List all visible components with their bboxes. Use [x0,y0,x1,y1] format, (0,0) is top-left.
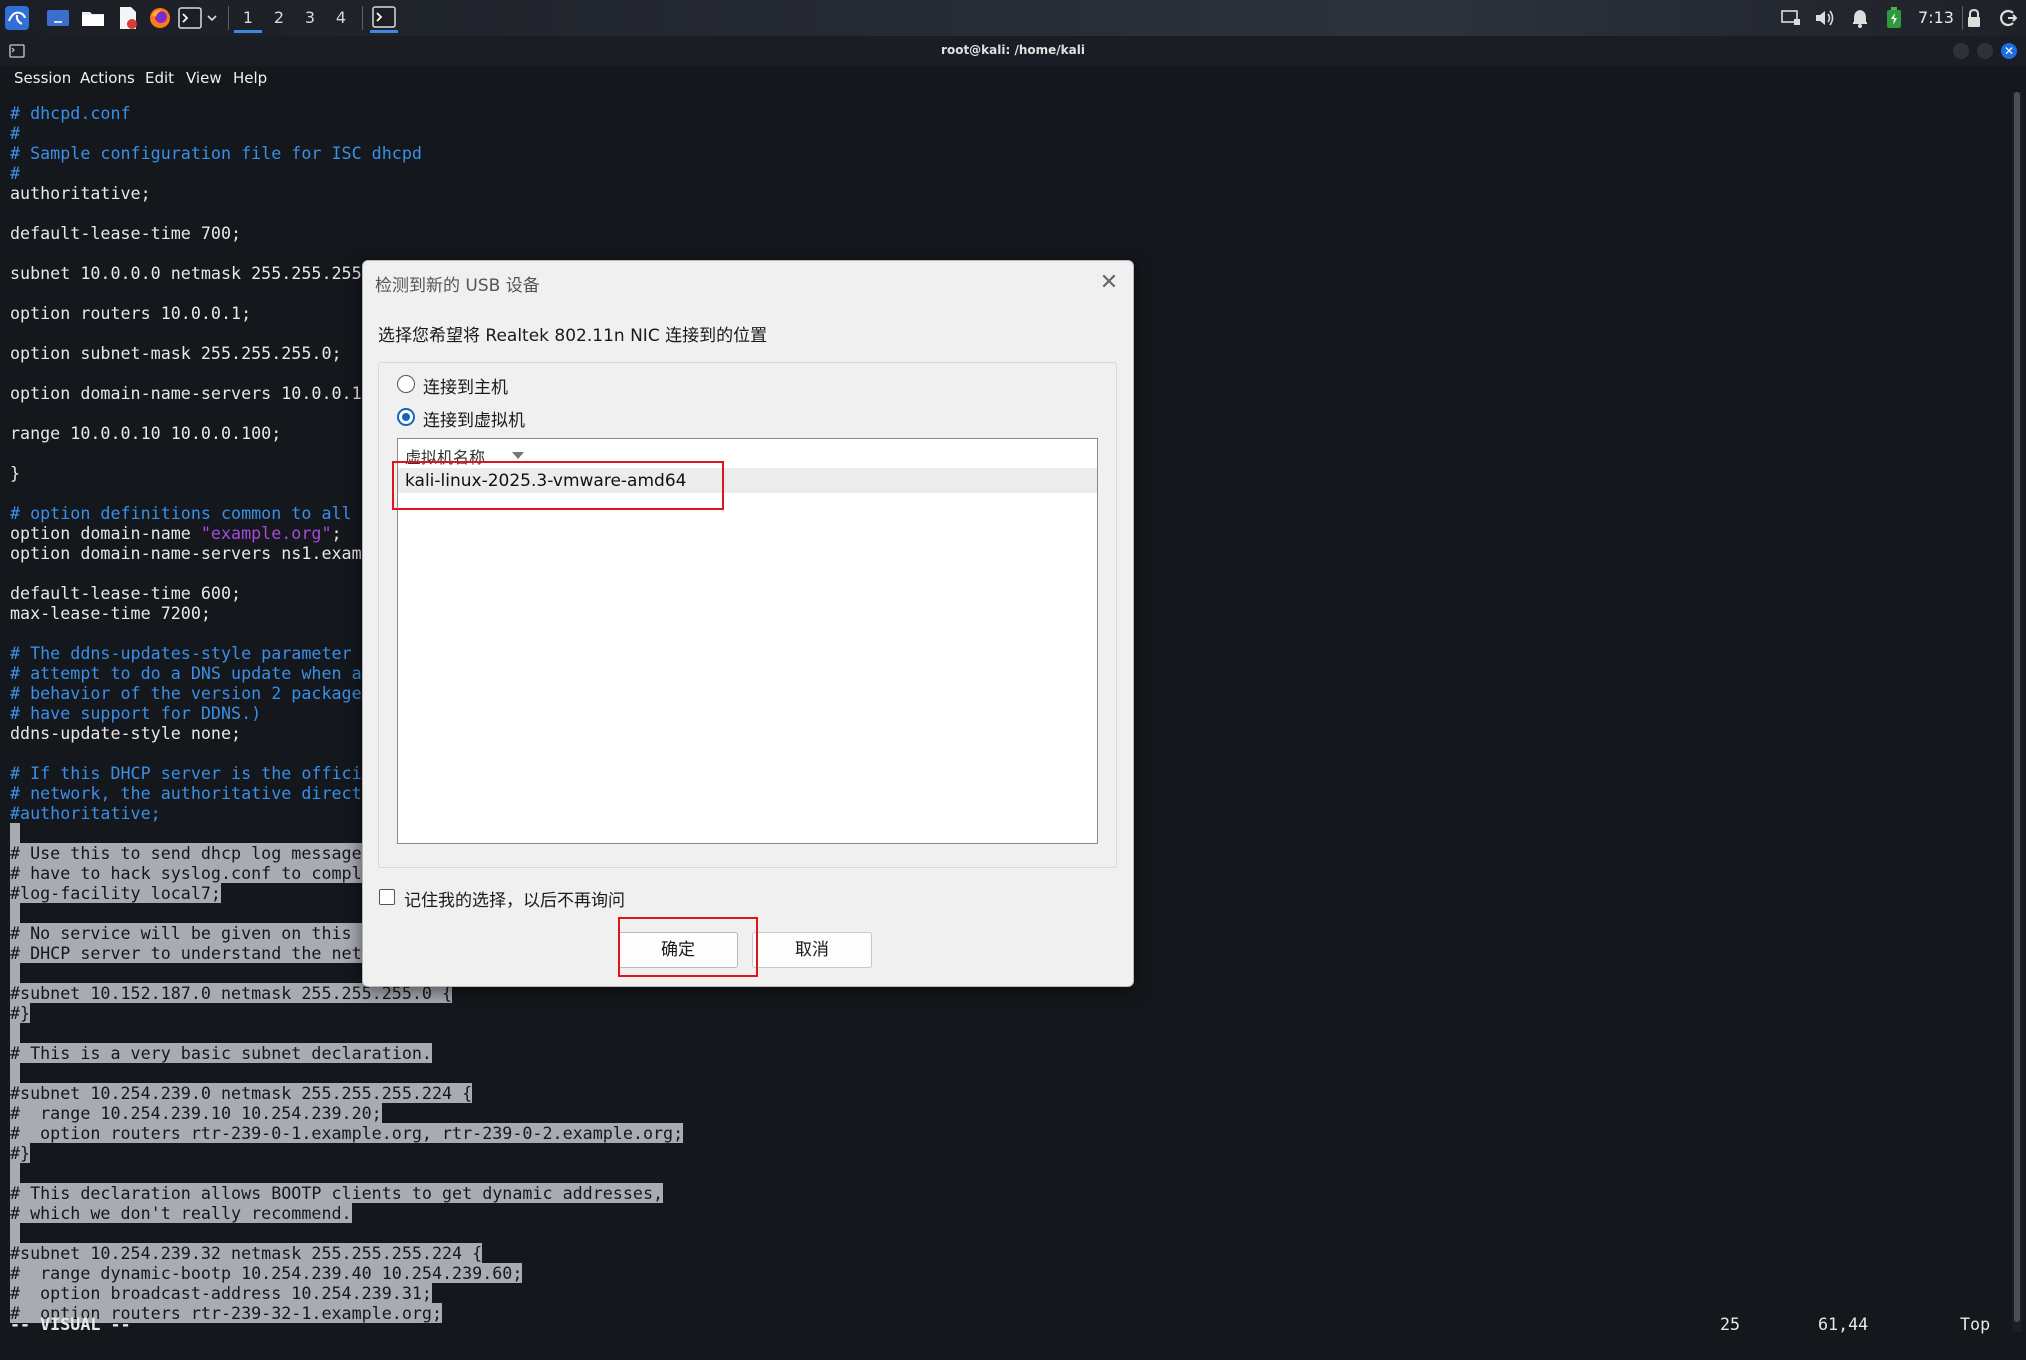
radio-connect-host[interactable] [397,375,415,393]
terminal-line: #log-facility local7; [10,883,221,903]
terminal-line: default-lease-time 700; [10,223,242,243]
usb-device-dialog: 检测到新的 USB 设备 ✕ 选择您希望将 Realtek 802.11n NI… [362,260,1134,987]
terminal-line: # [10,163,21,183]
workspace-1[interactable]: 1 [234,6,262,33]
terminal-line: #} [10,1143,31,1163]
terminal-line: ddns-update-style none; [10,723,242,743]
terminal-line: } [10,463,21,483]
menu-view[interactable]: View [186,69,222,87]
close-icon: ✕ [2003,44,2015,58]
terminal-line [10,1023,21,1043]
window-titlebar: root@kali: /home/kali ✕ [0,36,2026,66]
terminal-icon[interactable] [176,4,204,32]
terminal-line: # option routers rtr-239-0-1.example.org… [10,1123,684,1143]
battery-icon[interactable] [1882,6,1906,30]
dialog-title: 检测到新的 USB 设备 [375,276,540,296]
string-literal: "example.org" [200,523,332,543]
menu-session[interactable]: Session [14,69,71,87]
radio-connect-vm-label[interactable]: 连接到虚拟机 [423,406,525,431]
terminal-line: # have support for DDNS.) [10,703,262,723]
dropdown-icon[interactable] [203,4,221,32]
logout-icon[interactable] [1996,6,2020,30]
firefox-icon[interactable] [146,4,174,32]
terminal-line: #subnet 10.254.239.32 netmask 255.255.25… [10,1243,483,1263]
panel-separator [362,6,363,30]
terminal-line: #authoritative; [10,803,161,823]
terminal-line: subnet 10.0.0.0 netmask 255.255.255.0 { [10,263,402,283]
terminal-line [10,963,21,983]
terminal-line: # range 10.254.239.10 10.254.239.20; [10,1103,382,1123]
terminal-line: option domain-name-servers 10.0.0.1; [10,383,372,403]
terminal-line [10,903,21,923]
clock[interactable]: 7:13 [1914,6,1958,30]
maximize-button[interactable] [1977,43,1993,59]
sort-arrow-icon [512,452,524,459]
scroll-position: Top [1960,1314,1991,1334]
menu-actions[interactable]: Actions [80,69,135,87]
close-button[interactable]: ✕ [2001,43,2017,59]
terminal-line [10,1163,21,1183]
file-manager-icon[interactable] [79,4,107,32]
terminal-line: option routers 10.0.0.1; [10,303,252,323]
notification-icon[interactable] [1848,6,1872,30]
terminal-line [10,1063,21,1083]
terminal-line: range 10.0.0.10 10.0.0.100; [10,423,282,443]
desktop-icon[interactable] [44,4,72,32]
dialog-prompt: 选择您希望将 Realtek 802.11n NIC 连接到的位置 [378,326,768,346]
workspace-3[interactable]: 3 [296,6,324,30]
menu-bar: Session Actions Edit View Help [0,66,2026,92]
kali-menu-icon[interactable] [3,4,31,32]
vim-status-line: -- VISUAL -- 25 61,44 Top [0,1314,2010,1336]
cursor-position: 61,44 [1818,1314,1869,1334]
terminal-line: #} [10,1003,31,1023]
cancel-button[interactable]: 取消 [752,932,872,968]
workspace-2[interactable]: 2 [265,6,293,30]
terminal-line: # which we don't really recommend. [10,1203,352,1223]
ok-button-highlight-box [618,917,758,977]
minimize-button[interactable] [1953,43,1969,59]
volume-icon[interactable] [1813,6,1837,30]
terminal-line [10,1223,21,1243]
top-panel: 1 2 3 4 7:13 [0,0,2026,36]
menu-edit[interactable]: Edit [145,69,174,87]
workspace-4[interactable]: 4 [327,6,355,30]
text-editor-icon[interactable] [114,4,142,32]
vm-name-highlight-box [392,461,724,510]
window-title: root@kali: /home/kali [941,43,1085,57]
terminal-line: #subnet 10.254.239.0 netmask 255.255.255… [10,1083,473,1103]
terminal-line: default-lease-time 600; [10,583,242,603]
dialog-close-button[interactable]: ✕ [1096,270,1122,296]
remember-choice-checkbox[interactable] [379,889,395,905]
terminal-line: option domain-name "example.org"; [10,523,342,543]
menu-help[interactable]: Help [233,69,267,87]
active-terminal-icon[interactable] [370,4,398,33]
lock-icon[interactable] [1962,6,1986,30]
vim-mode: -- VISUAL -- [10,1314,131,1334]
terminal-line: authoritative; [10,183,151,203]
terminal-line: max-lease-time 7200; [10,603,211,623]
display-icon[interactable] [1779,6,1803,30]
terminal-line: # [10,123,21,143]
radio-connect-vm[interactable] [397,408,415,426]
selection-count: 25 [1720,1314,1741,1334]
terminal-line: # option broadcast-address 10.254.239.31… [10,1283,432,1303]
terminal-line: # Sample configuration file for ISC dhcp… [10,143,422,163]
terminal-line: # dhcpd.conf [10,103,131,123]
scrollbar-thumb[interactable] [2014,92,2020,1322]
radio-connect-host-label[interactable]: 连接到主机 [423,373,508,398]
terminal-line: option subnet-mask 255.255.255.0; [10,343,342,363]
terminal-line [10,823,21,843]
terminal-line: # range dynamic-bootp 10.254.239.40 10.2… [10,1263,523,1283]
panel-separator [228,6,229,30]
close-icon: ✕ [1099,270,1119,295]
terminal-line: # This declaration allows BOOTP clients … [10,1183,664,1203]
remember-choice-label[interactable]: 记住我的选择，以后不再询问 [404,886,625,911]
terminal-line: # This is a very basic subnet declaratio… [10,1043,432,1063]
